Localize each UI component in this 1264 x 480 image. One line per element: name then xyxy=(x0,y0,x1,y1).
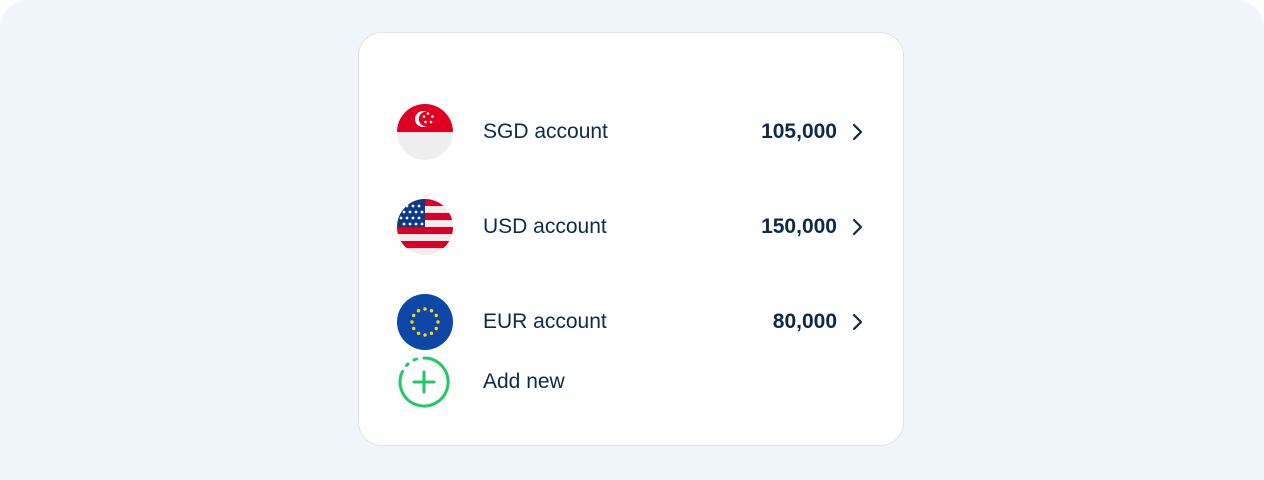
account-label: SGD account xyxy=(483,120,608,143)
chevron-right-icon xyxy=(847,122,867,142)
account-row-sgd[interactable]: SGD account 105,000 xyxy=(359,97,903,167)
accounts-card: SGD account 105,000 USD account 150,000 … xyxy=(358,32,904,446)
chevron-right-icon xyxy=(847,217,867,237)
page-background: SGD account 105,000 USD account 150,000 … xyxy=(0,0,1264,480)
usa-flag-icon xyxy=(397,199,453,255)
add-new-label: Add new xyxy=(483,370,565,393)
singapore-flag-icon xyxy=(397,104,453,160)
add-new-account-button[interactable]: Add new xyxy=(359,347,903,417)
plus-circle-icon xyxy=(397,355,451,409)
account-balance: 105,000 xyxy=(761,120,837,143)
account-label: USD account xyxy=(483,215,607,238)
eu-flag-icon xyxy=(397,294,453,350)
chevron-right-icon xyxy=(847,312,867,332)
account-balance: 150,000 xyxy=(761,215,837,238)
account-row-usd[interactable]: USD account 150,000 xyxy=(359,192,903,262)
